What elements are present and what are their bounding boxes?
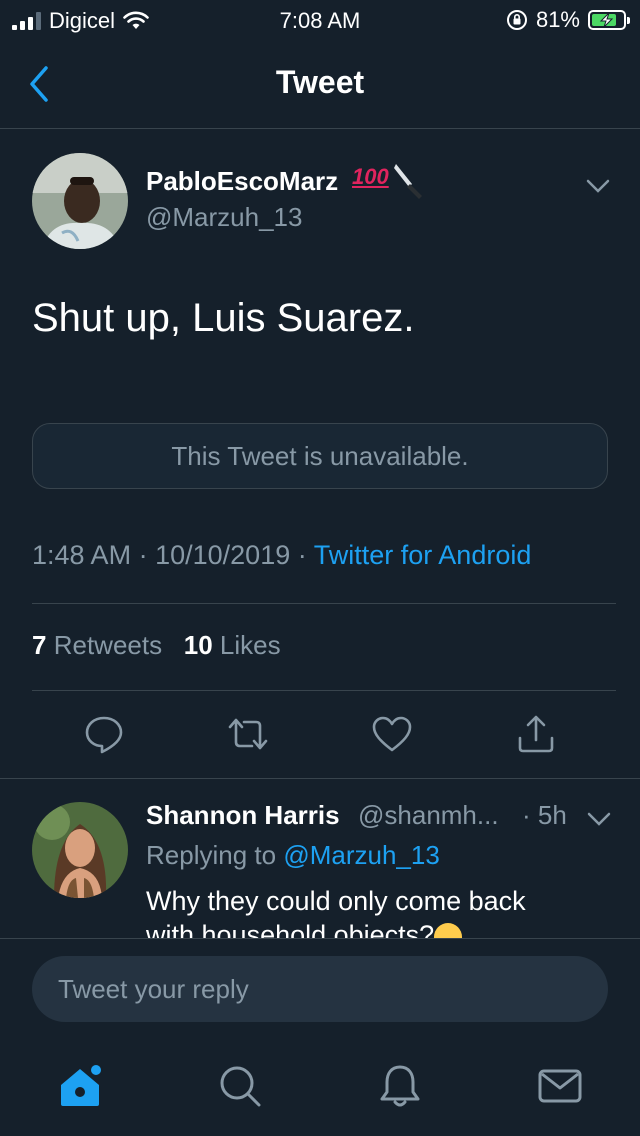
tweet-date: 10/10/2019 <box>155 540 291 570</box>
share-icon[interactable] <box>514 712 558 756</box>
status-bar: Digicel 7:08 AM 81% <box>0 0 640 40</box>
likes-count: 10 <box>183 630 213 660</box>
reply-compose-input[interactable]: Tweet your reply <box>32 956 608 1022</box>
charging-bolt-icon <box>599 12 614 28</box>
reply-time: · 5h <box>522 800 567 830</box>
divider <box>0 778 640 779</box>
tweet-stats: 7 Retweets 10 Likes <box>32 630 281 661</box>
search-icon[interactable] <box>216 1062 264 1110</box>
retweets-stat[interactable]: 7 Retweets <box>32 630 162 660</box>
page-title: Tweet <box>275 64 365 100</box>
nav-header: Tweet <box>0 40 640 129</box>
knife-icon <box>394 164 422 199</box>
chevron-down-icon[interactable] <box>584 172 612 200</box>
reply-text-line: with household objects? <box>146 920 435 938</box>
tweet-source-link[interactable]: Twitter for Android <box>314 540 532 570</box>
divider <box>32 690 616 691</box>
retweet-icon[interactable] <box>226 712 270 756</box>
replying-to-handle[interactable]: @Marzuh_13 <box>283 840 439 870</box>
reply-author-handle[interactable]: @shanmh... <box>358 800 499 831</box>
orientation-lock-icon <box>506 10 527 30</box>
reply-author-name[interactable]: Shannon Harris <box>146 800 340 831</box>
status-bar-right: 81% <box>506 7 630 33</box>
likes-stat[interactable]: 10 Likes <box>184 630 281 660</box>
tweet-detail-screen: Digicel 7:08 AM 81% Tweet PabloEscoMarz … <box>0 0 640 1136</box>
retweets-label: Retweets <box>53 630 163 660</box>
battery-percent: 81% <box>535 7 580 32</box>
reply-text-line: Why they could only come back <box>146 886 526 916</box>
notifications-icon[interactable] <box>376 1062 424 1110</box>
tears-of-joy-icon <box>434 922 463 938</box>
tweet-meta: 1:48 AM · 10/10/2019 · Twitter for Andro… <box>32 540 531 571</box>
tweet-time: 1:48 AM <box>32 540 132 570</box>
reply-compose-placeholder: Tweet your reply <box>58 974 249 1004</box>
author-handle[interactable]: @Marzuh_13 <box>146 202 302 233</box>
home-icon[interactable] <box>56 1062 104 1110</box>
like-icon[interactable] <box>370 712 414 756</box>
meta-separator: · <box>138 540 148 570</box>
replying-to: Replying to @Marzuh_13 <box>146 840 440 871</box>
divider <box>32 603 616 604</box>
reply-author-avatar[interactable] <box>32 802 128 898</box>
divider <box>0 938 640 939</box>
author-avatar[interactable] <box>32 153 128 249</box>
reply-text: Why they could only come back with house… <box>146 884 616 938</box>
replying-to-label: Replying to <box>146 840 277 870</box>
meta-separator: · <box>297 540 307 570</box>
tweet-text: Shut up, Luis Suarez. <box>32 296 415 340</box>
author-name[interactable]: PabloEscoMarz <box>146 166 338 197</box>
reply-icon[interactable] <box>82 712 126 756</box>
hundred-points-icon: 100 <box>352 164 389 189</box>
likes-label: Likes <box>219 630 281 660</box>
battery-icon <box>588 10 630 30</box>
reply-text-container: Why they could only come back with house… <box>146 884 616 938</box>
retweets-count: 7 <box>32 630 47 660</box>
messages-icon[interactable] <box>536 1062 584 1110</box>
reply-chevron-down-icon[interactable] <box>586 806 612 832</box>
quoted-tweet-unavailable: This Tweet is unavailable. <box>32 423 608 489</box>
